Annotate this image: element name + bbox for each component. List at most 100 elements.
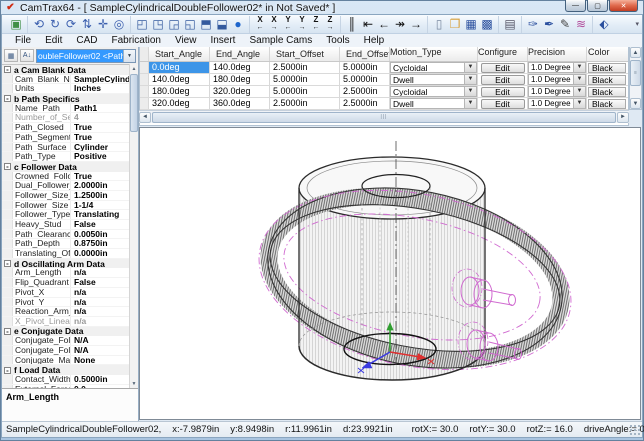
start-angle-cell[interactable]: 0.0deg bbox=[149, 62, 210, 73]
rotate-view-icon[interactable]: ↻ bbox=[47, 16, 63, 32]
end-angle-cell[interactable]: 140.0deg bbox=[210, 62, 270, 73]
scrollbar-thumb[interactable]: ≡ bbox=[630, 60, 641, 86]
menu-item-help[interactable]: Help bbox=[357, 34, 392, 47]
column-header-motion-type[interactable]: Motion_Type bbox=[390, 47, 478, 61]
scroll-down-icon[interactable]: ▼ bbox=[130, 379, 138, 388]
property-row[interactable]: Conjugate_Follow N/A bbox=[2, 336, 138, 346]
property-row[interactable]: Number_of_Segm 4 bbox=[2, 113, 138, 123]
property-value[interactable]: 0.0000in bbox=[71, 249, 138, 258]
chevron-down-icon[interactable]: ▼ bbox=[464, 99, 476, 108]
save-all-icon[interactable]: ▩ bbox=[479, 16, 495, 32]
view-cube-ne-icon[interactable]: ◳ bbox=[150, 16, 166, 32]
row-selector[interactable] bbox=[140, 86, 149, 97]
property-value[interactable]: N/A bbox=[71, 346, 138, 355]
skip-start-icon[interactable]: ⇤ bbox=[360, 16, 376, 32]
precision-combobox[interactable]: 1.0 Degree ▼ bbox=[528, 62, 586, 73]
property-value[interactable]: 1.2500in bbox=[71, 191, 138, 200]
scroll-up-icon[interactable]: ▲ bbox=[130, 64, 138, 73]
property-value[interactable]: n/a bbox=[71, 298, 138, 307]
scrollbar-thumb[interactable]: ||| bbox=[152, 112, 616, 123]
cad-viewport[interactable] bbox=[139, 127, 641, 420]
property-value[interactable]: None bbox=[71, 356, 138, 365]
column-header-end-angle[interactable]: End_Angle bbox=[210, 47, 270, 61]
precision-combobox[interactable]: 1.0 Degree ▼ bbox=[528, 98, 586, 109]
property-row[interactable]: Follower_Size_Di 1.2500in bbox=[2, 191, 138, 201]
view-y-neg-icon[interactable]: Y← bbox=[281, 16, 295, 32]
property-row[interactable]: X_Pivot_Linear_T n/a bbox=[2, 317, 138, 327]
property-value[interactable]: True bbox=[71, 172, 138, 181]
alphabetical-sort-icon[interactable]: A↓ bbox=[20, 49, 34, 62]
motion-type-combobox[interactable]: Dwell ▼ bbox=[390, 98, 477, 109]
view-cube-nw-icon[interactable]: ◰ bbox=[134, 16, 150, 32]
property-value[interactable]: n/a bbox=[71, 317, 138, 326]
menu-item-tools[interactable]: Tools bbox=[319, 34, 356, 47]
chevron-down-icon[interactable]: ▼ bbox=[573, 75, 585, 84]
motion-type-combobox[interactable]: Cycloidal ▼ bbox=[390, 86, 477, 97]
property-row[interactable]: Translating_Offse 0.0000in bbox=[2, 249, 138, 259]
property-row[interactable]: Heavy_Stud False bbox=[2, 220, 138, 230]
property-row[interactable]: Units Inches bbox=[2, 84, 138, 94]
close-button[interactable]: ✕ bbox=[609, 0, 638, 12]
chevron-down-icon[interactable]: ▼ bbox=[573, 99, 585, 108]
view-x-neg-icon[interactable]: X← bbox=[253, 16, 267, 32]
print-icon[interactable]: ▤ bbox=[502, 16, 518, 32]
precision-combobox[interactable]: 1.0 Degree ▼ bbox=[528, 86, 586, 97]
fast-forward-icon[interactable]: ↠ bbox=[392, 16, 408, 32]
export-model-icon[interactable]: ⬖ bbox=[596, 16, 612, 32]
view-cube-top-icon[interactable]: ⬒ bbox=[198, 16, 214, 32]
column-header-color[interactable]: Color bbox=[587, 47, 628, 61]
step-back-icon[interactable]: ← bbox=[376, 16, 392, 32]
start-angle-cell[interactable]: 140.0deg bbox=[149, 74, 210, 85]
property-value[interactable]: N/A bbox=[71, 336, 138, 345]
start-offset-cell[interactable]: 2.5000in bbox=[270, 62, 340, 73]
rotate-ccw-icon[interactable]: ⟲ bbox=[31, 16, 47, 32]
view-cube-se-icon[interactable]: ◲ bbox=[166, 16, 182, 32]
rotate-cw-icon[interactable]: ⟳ bbox=[63, 16, 79, 32]
property-value[interactable]: 0.0050in bbox=[71, 230, 138, 239]
end-angle-cell[interactable]: 180.0deg bbox=[210, 74, 270, 85]
property-value[interactable]: 1-1/4 bbox=[71, 201, 138, 210]
start-offset-cell[interactable]: 5.0000in bbox=[270, 74, 340, 85]
menu-item-edit[interactable]: Edit bbox=[38, 34, 69, 47]
open-file-icon[interactable]: ❒ bbox=[447, 16, 463, 32]
maximize-button[interactable]: ▢ bbox=[587, 0, 608, 12]
end-offset-cell[interactable]: 5.0000in bbox=[340, 74, 390, 85]
scroll-right-icon[interactable]: ► bbox=[617, 112, 629, 123]
menu-item-sample-cams[interactable]: Sample Cams bbox=[242, 34, 319, 47]
edit-button[interactable]: Edit bbox=[481, 63, 525, 73]
flip-vertical-icon[interactable]: ⇅ bbox=[79, 16, 95, 32]
precision-combobox[interactable]: 1.0 Degree ▼ bbox=[528, 74, 586, 85]
row-selector[interactable] bbox=[140, 74, 149, 85]
start-offset-cell[interactable]: 5.0000in bbox=[270, 86, 340, 97]
column-header-configure[interactable]: Configure bbox=[478, 47, 528, 61]
property-row[interactable]: Follower_Type Translating bbox=[2, 210, 138, 220]
column-header-end-offset[interactable]: End_Offset bbox=[340, 47, 390, 61]
menu-item-cad[interactable]: CAD bbox=[69, 34, 104, 47]
row-selector[interactable] bbox=[140, 98, 149, 109]
property-value[interactable]: 4 bbox=[71, 113, 138, 122]
property-value[interactable]: False bbox=[71, 220, 138, 229]
shaded-view-icon[interactable]: ● bbox=[230, 16, 246, 32]
scroll-up-icon[interactable]: ▲ bbox=[630, 47, 641, 58]
minimize-button[interactable]: — bbox=[565, 0, 586, 12]
step-forward-icon[interactable]: → bbox=[408, 16, 424, 32]
property-value[interactable]: Path1 bbox=[71, 104, 138, 113]
scroll-down-icon[interactable]: ▼ bbox=[630, 98, 641, 109]
resize-grip-icon[interactable] bbox=[629, 424, 641, 436]
property-category[interactable]: - a Cam Blank Data bbox=[2, 65, 138, 75]
view-cube-bottom-icon[interactable]: ⬓ bbox=[214, 16, 230, 32]
property-category[interactable]: - f Load Data bbox=[2, 365, 138, 375]
chevron-down-icon[interactable]: ▼ bbox=[123, 50, 135, 62]
edit-button[interactable]: Edit bbox=[481, 87, 525, 97]
view-z-pos-icon[interactable]: Z→ bbox=[323, 16, 337, 32]
property-category[interactable]: - c Follower Data bbox=[2, 162, 138, 172]
end-offset-cell[interactable]: 5.0000in bbox=[340, 62, 390, 73]
color-button[interactable]: Black bbox=[588, 63, 626, 73]
table-vertical-scrollbar[interactable]: ▲ ≡ ▼ bbox=[629, 47, 642, 110]
property-value[interactable]: SampleCylindrical bbox=[71, 75, 138, 84]
edit-button[interactable]: Edit bbox=[481, 99, 525, 109]
menu-item-file[interactable]: File bbox=[8, 34, 38, 47]
property-value[interactable]: 2.0000in bbox=[71, 181, 138, 190]
property-value[interactable]: Translating bbox=[71, 210, 138, 219]
property-row[interactable]: Pivot_Y n/a bbox=[2, 298, 138, 308]
